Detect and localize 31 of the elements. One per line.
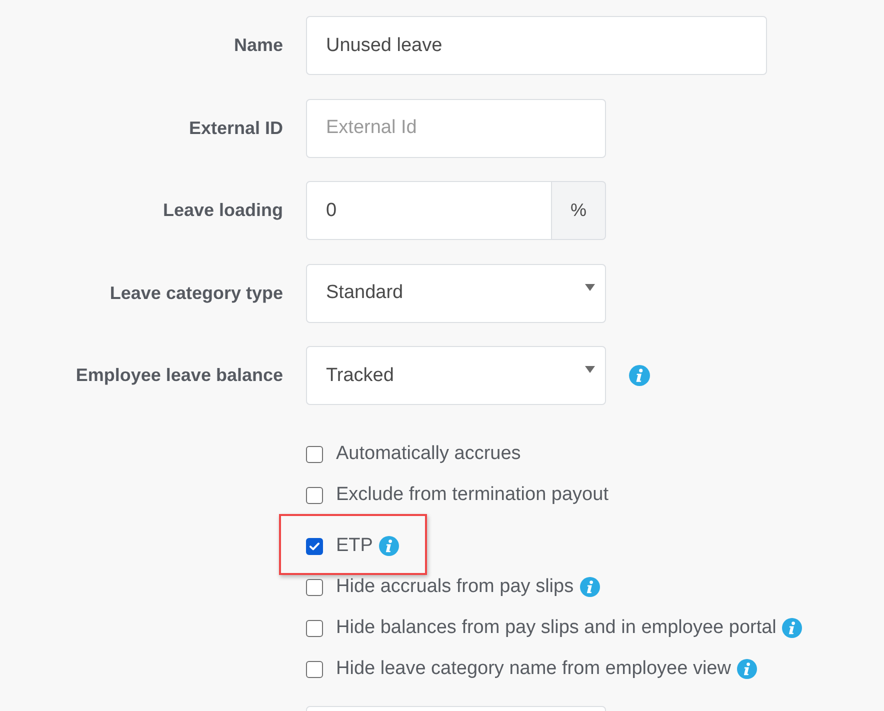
input-field[interactable]: External Id [306, 98, 606, 158]
checkbox[interactable] [306, 620, 323, 636]
field-label: Leave loading [162, 200, 283, 221]
option-label: Hide leave category name from employee view [336, 658, 731, 680]
field-label: Leave category type [110, 282, 283, 304]
option-label: Automatically accrues [336, 443, 521, 465]
checkmark-icon [309, 542, 320, 550]
info-icon[interactable] [782, 618, 802, 638]
option-label: Exclude from termination payout [336, 484, 608, 506]
option-label: Hide balances from pay slips and in employee portal [336, 617, 776, 639]
field-label: External ID [188, 118, 283, 138]
checkbox[interactable] [306, 660, 323, 678]
field-label: Name [234, 35, 283, 56]
dropdown[interactable]: Standard [306, 264, 606, 322]
unit-addon: % [552, 181, 606, 240]
caret-icon [585, 366, 595, 373]
caret-icon [585, 284, 595, 290]
dropdown[interactable]: Tracked [306, 346, 606, 405]
info-icon[interactable] [378, 536, 399, 556]
input-field[interactable]: Unused leave [306, 16, 767, 75]
info-icon[interactable] [629, 365, 650, 386]
field-label: Employee leave balance [76, 365, 283, 386]
checkbox[interactable] [306, 578, 323, 596]
info-icon[interactable] [580, 577, 600, 597]
checkbox[interactable] [306, 486, 323, 504]
checkbox[interactable] [306, 446, 323, 462]
info-icon[interactable] [736, 659, 757, 679]
option-label: Hide accruals from pay slips [336, 576, 574, 598]
checkbox[interactable] [306, 538, 323, 554]
option-label: ETP [336, 535, 373, 557]
input-field[interactable]: 0 [306, 181, 552, 240]
